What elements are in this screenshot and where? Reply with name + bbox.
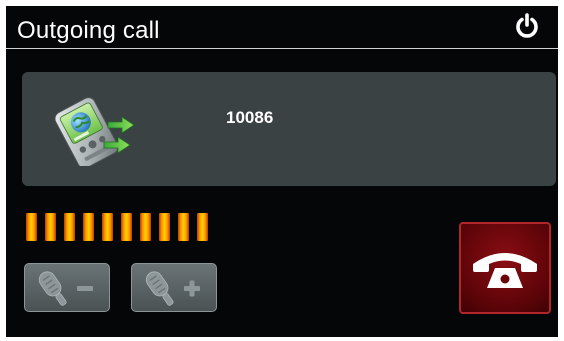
power-button[interactable] [513,12,541,40]
microphone-volume-down-icon [38,271,93,306]
level-bar [83,213,94,241]
header-divider [6,48,558,49]
level-bar [140,213,151,241]
level-bar [45,213,56,241]
outgoing-call-phone-icon [50,92,138,169]
level-bar [121,213,132,241]
dialed-number: 10086 [226,108,274,127]
call-info-panel: 10086 [22,72,556,186]
level-bar [178,213,189,241]
power-icon [516,13,538,38]
level-bar [159,213,170,241]
level-bar [26,213,37,241]
volume-up-button[interactable] [131,263,217,312]
level-bar [197,213,208,241]
hang-up-button[interactable] [459,222,551,314]
page-title: Outgoing call [17,17,160,44]
outgoing-call-screen: Outgoing call 10086 [6,6,558,337]
microphone-volume-up-icon [145,271,200,306]
level-bar [64,213,75,241]
level-bar [102,213,113,241]
header: Outgoing call [6,6,558,50]
volume-down-button[interactable] [24,263,110,312]
hang-up-icon [473,253,537,288]
signal-level-meter [26,213,216,241]
